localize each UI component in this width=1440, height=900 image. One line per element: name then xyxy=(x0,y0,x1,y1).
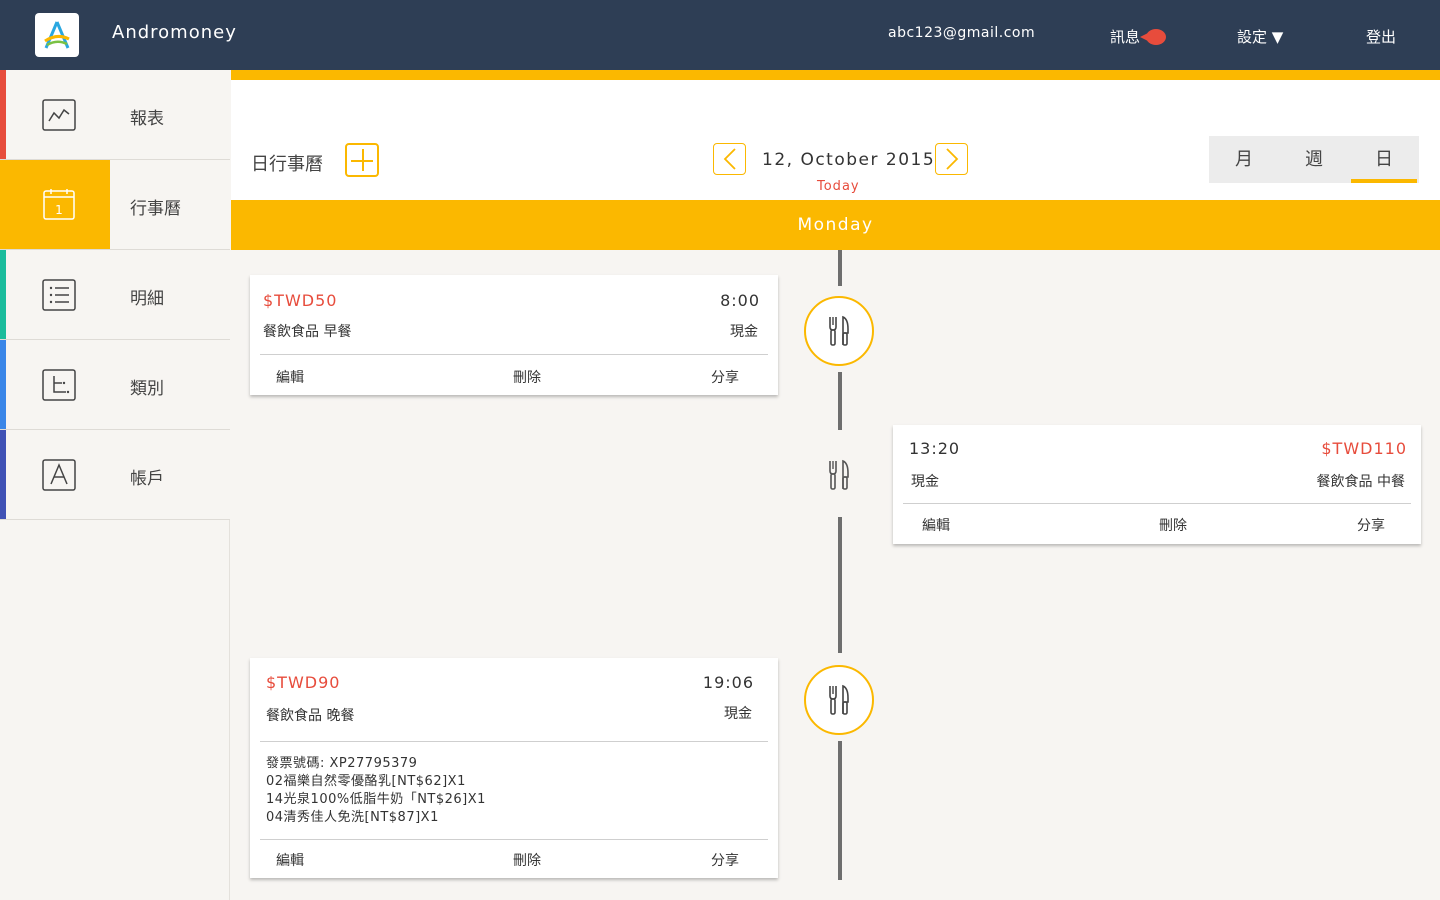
card-divider xyxy=(260,354,768,355)
sidebar-item-label: 類別 xyxy=(130,379,164,399)
sidebar-stripe xyxy=(0,70,6,159)
chevron-left-icon xyxy=(723,148,736,170)
fork-knife-icon xyxy=(829,315,849,346)
chevron-right-icon xyxy=(945,148,958,170)
sidebar-item-calendar[interactable]: 1 行事曆 xyxy=(0,160,230,250)
entry-category: 餐飲食品 早餐 xyxy=(263,324,352,340)
timeline-line xyxy=(838,741,842,880)
timeline-line xyxy=(838,372,842,430)
card-divider xyxy=(260,741,768,742)
share-button[interactable]: 分享 xyxy=(1357,515,1385,535)
entry-card[interactable]: $TWD90 19:06 餐飲食品 晚餐 現金 發票號碼: XP27795379… xyxy=(250,658,778,878)
fork-knife-icon xyxy=(829,459,849,490)
entry-time: 19:06 xyxy=(702,673,754,692)
add-entry-button[interactable] xyxy=(345,143,379,177)
sidebar-item-label: 明細 xyxy=(130,289,164,309)
note-line: 14光泉100%低脂牛奶「NT$26]X1 xyxy=(266,792,486,807)
app-logo[interactable] xyxy=(35,13,79,57)
message-badge-icon xyxy=(1140,28,1167,45)
weekday-header: Monday xyxy=(231,200,1440,250)
user-email: abc123@gmail.com xyxy=(888,25,1036,41)
delete-button[interactable]: 刪除 xyxy=(513,850,541,870)
main-content: 日行事曆 12, October 2015 Today 月 週 日 Monday xyxy=(231,70,1440,900)
tab-month[interactable]: 月 xyxy=(1209,136,1279,183)
delete-button[interactable]: 刪除 xyxy=(513,367,541,387)
sidebar-stripe xyxy=(0,340,6,429)
view-toggle: 月 週 日 xyxy=(1209,136,1419,183)
note-line: 02福樂自然零優酪乳[NT$62]X1 xyxy=(266,774,466,789)
entry-time: 8:00 xyxy=(720,291,760,310)
sidebar-stripe xyxy=(0,250,6,339)
current-date: 12, October 2015 xyxy=(762,150,936,170)
note-line: 發票號碼: XP27795379 xyxy=(266,756,418,771)
entry-amount: $TWD50 xyxy=(263,291,338,310)
today-label[interactable]: Today xyxy=(817,179,860,194)
messages-label: 訊息 xyxy=(1110,28,1141,46)
entry-card[interactable]: $TWD50 8:00 餐飲食品 早餐 現金 編輯 刪除 分享 xyxy=(250,275,778,395)
timeline-node xyxy=(824,455,854,495)
sidebar-item-reports[interactable]: 報表 xyxy=(0,70,230,160)
share-button[interactable]: 分享 xyxy=(711,850,739,870)
sidebar-stripe xyxy=(0,430,6,519)
card-divider xyxy=(903,503,1411,504)
sidebar-item-categories[interactable]: 類別 xyxy=(0,340,230,430)
fork-knife-icon xyxy=(829,684,849,715)
entry-account: 現金 xyxy=(730,324,758,340)
entry-time: 13:20 xyxy=(909,439,961,458)
list-icon xyxy=(42,279,76,311)
tab-day[interactable]: 日 xyxy=(1349,136,1419,183)
top-bar: Andromoney abc123@gmail.com 訊息 設定 ▼ 登出 xyxy=(0,0,1440,70)
edit-button[interactable]: 編輯 xyxy=(276,367,304,387)
timeline-line xyxy=(838,517,842,653)
svg-text:1: 1 xyxy=(55,203,63,217)
chart-line-icon xyxy=(42,99,76,131)
timeline-node xyxy=(804,665,874,735)
note-line: 04清秀佳人免洗[NT$87]X1 xyxy=(266,810,439,825)
logout-button[interactable]: 登出 xyxy=(1366,26,1396,47)
entry-account: 現金 xyxy=(911,474,939,490)
accent-strip xyxy=(231,70,1440,80)
entry-amount: $TWD90 xyxy=(266,673,341,692)
edit-button[interactable]: 編輯 xyxy=(922,515,950,535)
page-title: 日行事曆 xyxy=(251,154,323,175)
app-title: Andromoney xyxy=(112,22,237,43)
sidebar-item-label: 報表 xyxy=(130,109,164,129)
sidebar-item-label: 帳戶 xyxy=(130,469,164,489)
timeline-line xyxy=(838,250,842,286)
entry-account: 現金 xyxy=(724,706,752,722)
sidebar-item-label: 行事曆 xyxy=(130,199,181,219)
messages-menu[interactable]: 訊息 xyxy=(1110,26,1167,47)
edit-button[interactable]: 編輯 xyxy=(276,850,304,870)
settings-menu[interactable]: 設定 ▼ xyxy=(1237,26,1283,47)
calendar-icon: 1 xyxy=(43,189,75,220)
andromoney-logo-icon xyxy=(44,21,70,49)
next-day-button[interactable] xyxy=(935,143,968,175)
entry-card[interactable]: 13:20 $TWD110 現金 餐飲食品 中餐 編輯 刪除 分享 xyxy=(893,425,1421,544)
entry-category: 餐飲食品 中餐 xyxy=(1316,474,1405,490)
sidebar-item-details[interactable]: 明細 xyxy=(0,250,230,340)
prev-day-button[interactable] xyxy=(713,143,746,175)
timeline-node xyxy=(804,296,874,366)
sidebar-item-accounts[interactable]: 帳戶 xyxy=(0,430,230,520)
entry-amount: $TWD110 xyxy=(1321,439,1407,458)
entry-category: 餐飲食品 晚餐 xyxy=(266,708,355,724)
share-button[interactable]: 分享 xyxy=(711,367,739,387)
invoice-note: 發票號碼: XP27795379 02福樂自然零優酪乳[NT$62]X1 14光… xyxy=(266,755,486,827)
card-divider xyxy=(260,839,768,840)
account-icon xyxy=(42,459,76,491)
delete-button[interactable]: 刪除 xyxy=(1159,515,1187,535)
tab-week[interactable]: 週 xyxy=(1279,136,1349,183)
category-icon xyxy=(42,369,76,401)
sidebar: 報表 1 行事曆 明細 類別 帳戶 xyxy=(0,70,230,900)
